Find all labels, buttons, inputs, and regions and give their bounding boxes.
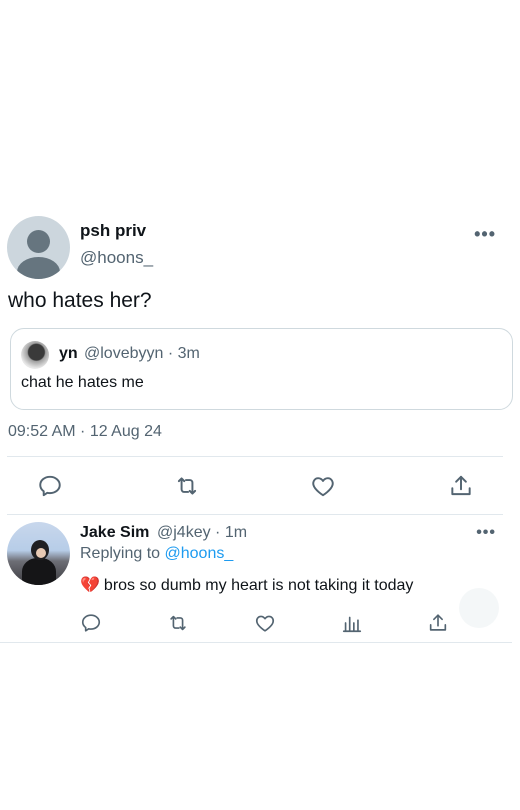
analytics-icon[interactable] xyxy=(341,612,363,634)
default-avatar[interactable] xyxy=(7,216,70,279)
replying-to-mention[interactable]: @hoons_ xyxy=(165,545,234,562)
quote-avatar[interactable] xyxy=(21,341,49,369)
quote-handle-time: @lovebyyn · 3m xyxy=(84,345,200,362)
reply-text: 💔 bros so dumb my heart is not taking it … xyxy=(80,575,413,595)
more-options-icon[interactable]: ••• xyxy=(474,224,496,245)
reply-icon[interactable] xyxy=(80,612,102,634)
replying-to-line: Replying to @hoons_ xyxy=(80,545,233,563)
reply-handle-time: @j4key · 1m xyxy=(157,524,248,541)
reply-author-avatar[interactable] xyxy=(7,522,70,585)
divider xyxy=(7,456,503,457)
quote-display-name[interactable]: yn xyxy=(59,345,78,363)
divider xyxy=(0,642,512,643)
reply-action-bar xyxy=(0,611,520,635)
quote-text: chat he hates me xyxy=(21,374,144,391)
tweet-timestamp[interactable]: 09:52 AM · 12 Aug 24 xyxy=(8,423,162,441)
broken-heart-emoji: 💔 xyxy=(80,577,100,594)
tweet-action-bar xyxy=(0,470,520,502)
reply-author-name[interactable]: Jake Sim xyxy=(80,524,149,542)
avatar-body-shape xyxy=(17,257,60,279)
avatar-photo-face xyxy=(36,548,46,558)
share-icon[interactable] xyxy=(427,612,449,634)
heart-icon[interactable] xyxy=(254,612,276,634)
reply-icon[interactable] xyxy=(37,473,63,499)
reply-more-options-icon[interactable]: ••• xyxy=(476,524,496,542)
retweet-icon[interactable] xyxy=(174,473,200,499)
heart-icon[interactable] xyxy=(310,473,336,499)
share-icon[interactable] xyxy=(448,473,474,499)
retweet-icon[interactable] xyxy=(167,612,189,634)
reply-text-body: bros so dumb my heart is not taking it t… xyxy=(103,577,414,594)
tweet-text: who hates her? xyxy=(8,289,152,312)
author-display-name[interactable]: psh priv xyxy=(80,221,146,241)
replying-to-prefix: Replying to xyxy=(80,545,161,562)
avatar-head-shape xyxy=(27,230,50,253)
avatar-photo-body xyxy=(22,558,56,585)
quoted-tweet[interactable]: yn @lovebyyn · 3m chat he hates me xyxy=(10,328,513,410)
divider xyxy=(7,514,503,515)
author-handle[interactable]: @hoons_ xyxy=(80,248,153,268)
